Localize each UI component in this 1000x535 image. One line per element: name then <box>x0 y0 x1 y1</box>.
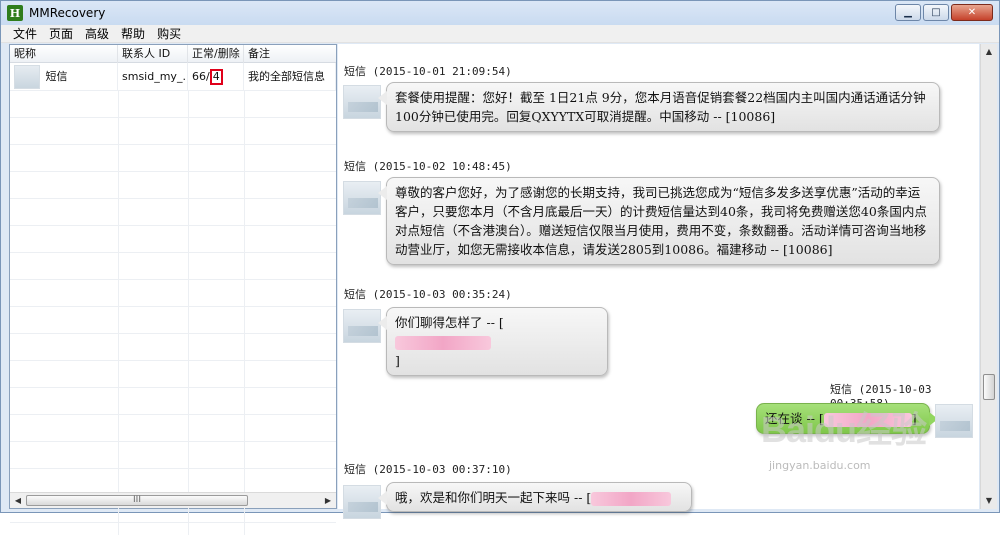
message-sender: 短信 <box>830 383 852 396</box>
contact-thumbnail <box>14 65 40 89</box>
avatar <box>343 309 381 343</box>
avatar <box>343 85 381 119</box>
vertical-scrollbar[interactable]: ▲ ▼ <box>980 44 997 509</box>
avatar <box>935 404 973 438</box>
column-normal-deleted[interactable]: 正常/删除 <box>188 45 244 63</box>
message-view[interactable]: 短信 (2015-10-01 21:09:54) 套餐使用提醒：您好！截至 1日… <box>338 44 979 519</box>
app-window: H MMRecovery ▁ □ ✕ 文件 页面 高级 帮助 购买 昵称 联系人… <box>0 0 1000 535</box>
grid-divider <box>188 91 189 535</box>
message-time: (2015-10-03 00:37:10) <box>372 463 512 476</box>
message-header: 短信 (2015-10-01 21:09:54) <box>344 63 512 79</box>
message-text: 还在谈 -- [ <box>765 411 824 426</box>
redacted-number <box>591 491 672 506</box>
message-text: ] <box>911 411 917 426</box>
message-bubble: 套餐使用提醒：您好！截至 1日21点 9分，您本月语音促销套餐22档国内主叫国内… <box>378 82 940 132</box>
message-text: ] <box>395 353 400 368</box>
column-contact-id[interactable]: 联系人 ID <box>118 45 188 63</box>
menu-help[interactable]: 帮助 <box>115 25 151 42</box>
message-text: 哦，欢是和你们明天一起下来吗 -- [ <box>395 490 592 505</box>
horizontal-scrollbar[interactable]: ◀ III ▶ <box>10 492 336 508</box>
message-bubble-sent: 还在谈 -- [] <box>756 403 938 434</box>
redacted-number <box>395 335 491 350</box>
message-time: (2015-10-02 10:48:45) <box>372 160 512 173</box>
menu-file[interactable]: 文件 <box>7 25 43 42</box>
title-bar: H MMRecovery ▁ □ ✕ <box>1 1 999 25</box>
list-grid <box>10 91 336 535</box>
normal-count: 66/ <box>192 70 210 83</box>
window-controls: ▁ □ ✕ <box>895 4 993 21</box>
grid-divider <box>244 91 245 535</box>
deleted-count: 4 <box>209 69 223 85</box>
scroll-up-icon[interactable]: ▲ <box>981 44 997 60</box>
cell-contact-id: smsid_my_... <box>118 63 188 91</box>
message-time: (2015-10-03 00:35:24) <box>372 288 512 301</box>
message-header: 短信 (2015-10-03 00:37:10) <box>344 461 512 477</box>
cell-normal-deleted: 66/4 <box>188 63 244 91</box>
maximize-button[interactable]: □ <box>923 4 949 21</box>
cell-nickname: 短信 <box>10 63 118 91</box>
column-note[interactable]: 备注 <box>244 45 336 63</box>
redacted-number <box>823 412 912 427</box>
message-bubble: 哦，欢是和你们明天一起下来吗 -- [ <box>378 482 692 512</box>
message-bubble: 你们聊得怎样了 -- [ ] <box>378 307 608 376</box>
message-sender: 短信 <box>344 65 366 78</box>
message-header: 短信 (2015-10-03 00:35:24) <box>344 286 512 302</box>
message-sender: 短信 <box>344 288 366 301</box>
menu-advanced[interactable]: 高级 <box>79 25 115 42</box>
menu-page[interactable]: 页面 <box>43 25 79 42</box>
grid-divider <box>118 91 119 535</box>
list-item[interactable]: 短信 smsid_my_... 66/4 我的全部短信息 <box>10 63 336 91</box>
scroll-thumb[interactable] <box>983 374 995 400</box>
contact-list[interactable]: 昵称 联系人 ID 正常/删除 备注 短信 smsid_my_... 66/4 … <box>9 44 337 535</box>
minimize-button[interactable]: ▁ <box>895 4 921 21</box>
scroll-thumb[interactable]: III <box>26 495 248 506</box>
message-bubble: 尊敬的客户您好，为了感谢您的长期支持，我司已挑选您成为“短信多发多送享优惠”活动… <box>378 177 940 265</box>
message-sender: 短信 <box>344 160 366 173</box>
contact-nickname: 短信 <box>45 70 68 83</box>
scroll-right-icon[interactable]: ▶ <box>320 493 336 508</box>
scroll-down-icon[interactable]: ▼ <box>981 493 997 509</box>
list-header: 昵称 联系人 ID 正常/删除 备注 <box>10 45 336 63</box>
column-nickname[interactable]: 昵称 <box>10 45 118 63</box>
close-button[interactable]: ✕ <box>951 4 993 21</box>
message-text: 你们聊得怎样了 -- [ <box>395 315 504 330</box>
message-header: 短信 (2015-10-02 10:48:45) <box>344 158 512 174</box>
avatar <box>343 181 381 215</box>
menu-buy[interactable]: 购买 <box>151 25 187 42</box>
message-sender: 短信 <box>344 463 366 476</box>
window-title: MMRecovery <box>29 6 106 20</box>
message-time: (2015-10-01 21:09:54) <box>372 65 512 78</box>
avatar <box>343 485 381 519</box>
menu-bar: 文件 页面 高级 帮助 购买 <box>1 25 999 43</box>
app-icon: H <box>7 5 23 21</box>
cell-note: 我的全部短信息 <box>244 63 336 91</box>
scroll-left-icon[interactable]: ◀ <box>10 493 26 508</box>
